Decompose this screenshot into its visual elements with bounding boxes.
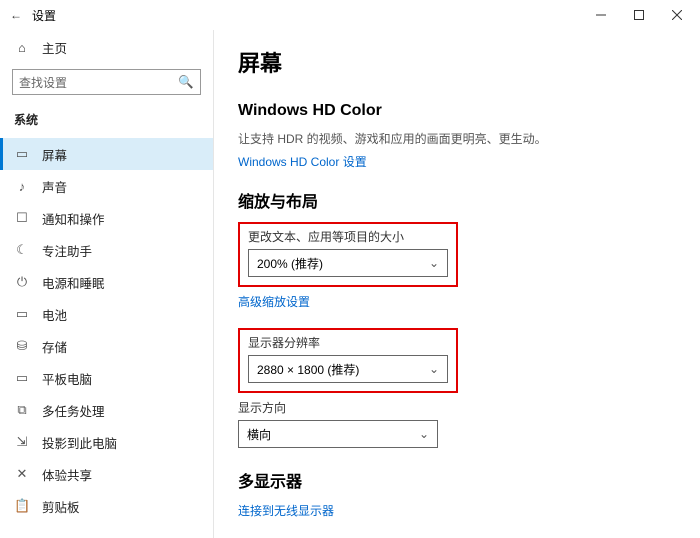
resolution-value: 2880 × 1800 (推荐) [257, 361, 359, 378]
page-title: 屏幕 [238, 46, 700, 78]
sidebar-item-4[interactable]: ⏻ 电源和睡眠 [0, 266, 213, 298]
maximize-button[interactable] [620, 0, 658, 30]
sidebar-item-label: 电源和睡眠 [42, 273, 105, 292]
sidebar-home[interactable]: ⌂ 主页 [0, 30, 213, 67]
search-input[interactable]: 查找设置 🔍 [12, 69, 201, 95]
sidebar-item-label: 屏幕 [42, 145, 67, 164]
sidebar-item-6[interactable]: ⛁ 存储 [0, 330, 213, 362]
sidebar-item-3[interactable]: ☾ 专注助手 [0, 234, 213, 266]
storage-icon: ⛁ [14, 338, 30, 354]
tablet-icon: ▭ [14, 370, 30, 386]
main-content: 屏幕 Windows HD Color 让支持 HDR 的视频、游戏和应用的画面… [214, 30, 700, 538]
sidebar-item-label: 声音 [42, 177, 67, 196]
sidebar-item-label: 通知和操作 [42, 209, 105, 228]
chevron-down-icon: ⌄ [429, 256, 439, 270]
hdcolor-heading: Windows HD Color [238, 102, 700, 120]
orientation-dropdown[interactable]: 横向 ⌄ [238, 420, 438, 448]
orientation-label: 显示方向 [238, 399, 700, 416]
back-button[interactable]: ← [4, 8, 28, 22]
sidebar-item-label: 存储 [42, 337, 67, 356]
focus-assist-icon: ☾ [14, 242, 30, 258]
sidebar-item-label: 多任务处理 [42, 401, 105, 420]
hdcolor-link[interactable]: Windows HD Color 设置 [238, 153, 700, 170]
text-size-label: 更改文本、应用等项目的大小 [248, 228, 448, 245]
sidebar-item-0[interactable]: ▭ 屏幕 [0, 138, 213, 170]
sidebar-item-label: 平板电脑 [42, 369, 92, 388]
sidebar-item-label: 电池 [42, 305, 67, 324]
multi-heading: 多显示器 [238, 468, 700, 492]
home-icon: ⌂ [14, 41, 30, 55]
search-icon: 🔍 [178, 75, 194, 90]
power-icon: ⏻ [14, 274, 30, 290]
sidebar-item-10[interactable]: ✕ 体验共享 [0, 458, 213, 490]
advanced-scaling-link[interactable]: 高级缩放设置 [238, 293, 700, 310]
search-placeholder: 查找设置 [19, 74, 178, 91]
sidebar-item-1[interactable]: ♪ 声音 [0, 170, 213, 202]
highlight-resolution: 显示器分辨率 2880 × 1800 (推荐) ⌄ [238, 328, 458, 393]
minimize-button[interactable] [582, 0, 620, 30]
sidebar-item-2[interactable]: ☐ 通知和操作 [0, 202, 213, 234]
highlight-text-size: 更改文本、应用等项目的大小 200% (推荐) ⌄ [238, 222, 458, 287]
sidebar-item-5[interactable]: ▭ 电池 [0, 298, 213, 330]
clipboard-icon: 📋 [14, 498, 30, 514]
sidebar-category: 系统 [0, 105, 213, 138]
sidebar: ⌂ 主页 查找设置 🔍 系统 ▭ 屏幕 ♪ 声音 ☐ 通知和操作 ☾ 专注助手 ⏻ 电源和睡眠 ▭ 电… [0, 30, 214, 538]
window-title: 设置 [28, 7, 56, 24]
battery-icon: ▭ [14, 306, 30, 322]
multitasking-icon: ⧉ [14, 402, 30, 418]
orientation-value: 横向 [247, 426, 271, 443]
sidebar-item-11[interactable]: 📋 剪贴板 [0, 490, 213, 522]
sidebar-item-8[interactable]: ⧉ 多任务处理 [0, 394, 213, 426]
hdcolor-desc: 让支持 HDR 的视频、游戏和应用的画面更明亮、更生动。 [238, 130, 700, 147]
wireless-display-link[interactable]: 连接到无线显示器 [238, 502, 700, 519]
shared-icon: ✕ [14, 466, 30, 482]
chevron-down-icon: ⌄ [429, 362, 439, 376]
sidebar-item-9[interactable]: ⇲ 投影到此电脑 [0, 426, 213, 458]
sidebar-item-7[interactable]: ▭ 平板电脑 [0, 362, 213, 394]
scale-heading: 缩放与布局 [238, 188, 700, 212]
display-icon: ▭ [14, 146, 30, 162]
text-size-value: 200% (推荐) [257, 255, 323, 272]
sidebar-item-label: 专注助手 [42, 241, 92, 260]
project-icon: ⇲ [14, 434, 30, 450]
resolution-dropdown[interactable]: 2880 × 1800 (推荐) ⌄ [248, 355, 448, 383]
resolution-label: 显示器分辨率 [248, 334, 448, 351]
close-button[interactable] [658, 0, 696, 30]
sound-icon: ♪ [14, 179, 30, 194]
sidebar-item-label: 剪贴板 [42, 497, 80, 516]
chevron-down-icon: ⌄ [419, 427, 429, 441]
text-size-dropdown[interactable]: 200% (推荐) ⌄ [248, 249, 448, 277]
sidebar-item-label: 体验共享 [42, 465, 92, 484]
sidebar-home-label: 主页 [42, 38, 67, 57]
sidebar-item-label: 投影到此电脑 [42, 433, 117, 452]
notifications-icon: ☐ [14, 210, 30, 226]
